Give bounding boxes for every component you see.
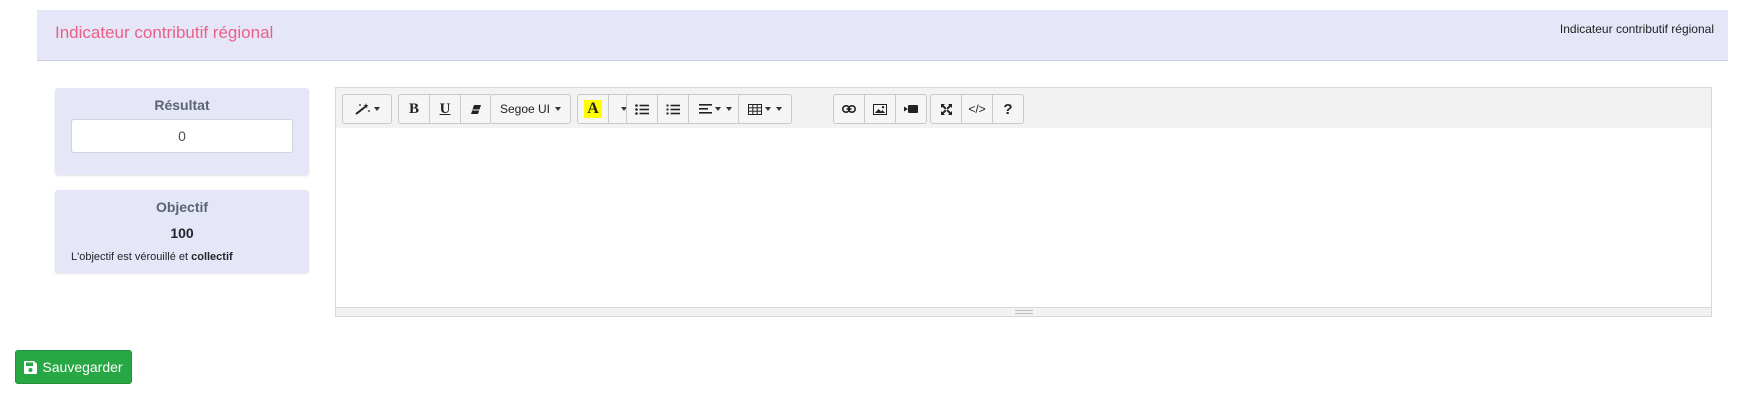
font-style-group: B U — [398, 94, 492, 124]
chevron-down-icon — [555, 107, 562, 111]
rich-text-editor: B U Segoe UI A </> ? — [335, 87, 1712, 317]
save-button[interactable]: Sauvegarder — [15, 350, 132, 384]
chevron-down-icon — [725, 107, 732, 111]
ordered-list-button[interactable] — [657, 94, 689, 124]
page-header: Indicateur contributif régional Indicate… — [37, 10, 1728, 61]
bold-button[interactable]: B — [398, 94, 430, 124]
page-title: Indicateur contributif régional — [55, 23, 274, 42]
video-icon — [904, 104, 918, 114]
align-left-icon — [698, 104, 712, 114]
help-icon: ? — [1003, 100, 1013, 118]
editor-resize-bar[interactable] — [336, 307, 1711, 316]
insert-group — [833, 94, 927, 124]
underline-button[interactable]: U — [429, 94, 461, 124]
bullet-list-icon — [635, 103, 649, 115]
fullscreen-button[interactable] — [930, 94, 962, 124]
floppy-disk-icon — [24, 360, 38, 374]
underline-icon: U — [439, 100, 451, 117]
align-dropdown-button[interactable] — [688, 94, 742, 124]
editor-content-area[interactable] — [336, 128, 1711, 308]
insert-video-button[interactable] — [895, 94, 927, 124]
objective-note-text: L'objectif est vérouillé et — [71, 251, 192, 263]
chevron-down-icon — [374, 107, 380, 111]
chevron-down-icon — [776, 107, 782, 111]
result-title: Résultat — [154, 97, 210, 113]
bold-icon: B — [408, 100, 419, 117]
resize-grip-icon[interactable] — [1014, 310, 1033, 314]
help-button[interactable]: ? — [992, 94, 1024, 124]
result-input[interactable] — [71, 119, 293, 153]
insert-image-button[interactable] — [864, 94, 896, 124]
highlight-color-button[interactable]: A — [577, 94, 609, 124]
view-group: </> ? — [930, 94, 1024, 124]
chevron-down-icon — [765, 107, 771, 111]
style-dropdown-button[interactable] — [342, 94, 392, 124]
font-name-group: Segoe UI — [490, 94, 571, 124]
objective-card: Objectif 100 L'objectif est vérouillé et… — [55, 190, 309, 273]
text-color-icon: A — [584, 100, 602, 118]
image-icon — [873, 103, 887, 115]
numbered-list-icon — [666, 104, 680, 115]
magic-wand-icon — [354, 102, 371, 116]
table-group — [738, 94, 792, 124]
objective-title: Objectif — [155, 199, 209, 215]
code-icon: </> — [968, 102, 986, 116]
eraser-icon — [470, 104, 482, 115]
result-card: Résultat — [55, 88, 309, 175]
font-name-dropdown[interactable]: Segoe UI — [490, 94, 571, 124]
fullscreen-icon — [940, 103, 952, 115]
objective-note-bold: collectif — [191, 251, 233, 263]
breadcrumb: Indicateur contributif régional — [1559, 22, 1714, 36]
code-view-button[interactable]: </> — [961, 94, 993, 124]
style-group — [342, 94, 392, 124]
table-icon — [748, 103, 762, 115]
editor-toolbar: B U Segoe UI A </> ? — [336, 88, 1711, 128]
objective-value: 100 — [170, 225, 194, 241]
unordered-list-button[interactable] — [626, 94, 658, 124]
chevron-down-icon — [714, 107, 721, 111]
link-icon — [842, 105, 856, 113]
clear-format-button[interactable] — [460, 94, 492, 124]
save-button-label: Sauvegarder — [42, 359, 123, 375]
paragraph-group — [626, 94, 742, 124]
insert-link-button[interactable] — [833, 94, 865, 124]
objective-note: L'objectif est vérouillé et collectif — [71, 251, 233, 263]
table-dropdown-button[interactable] — [738, 94, 792, 124]
font-name-label: Segoe UI — [499, 102, 551, 116]
